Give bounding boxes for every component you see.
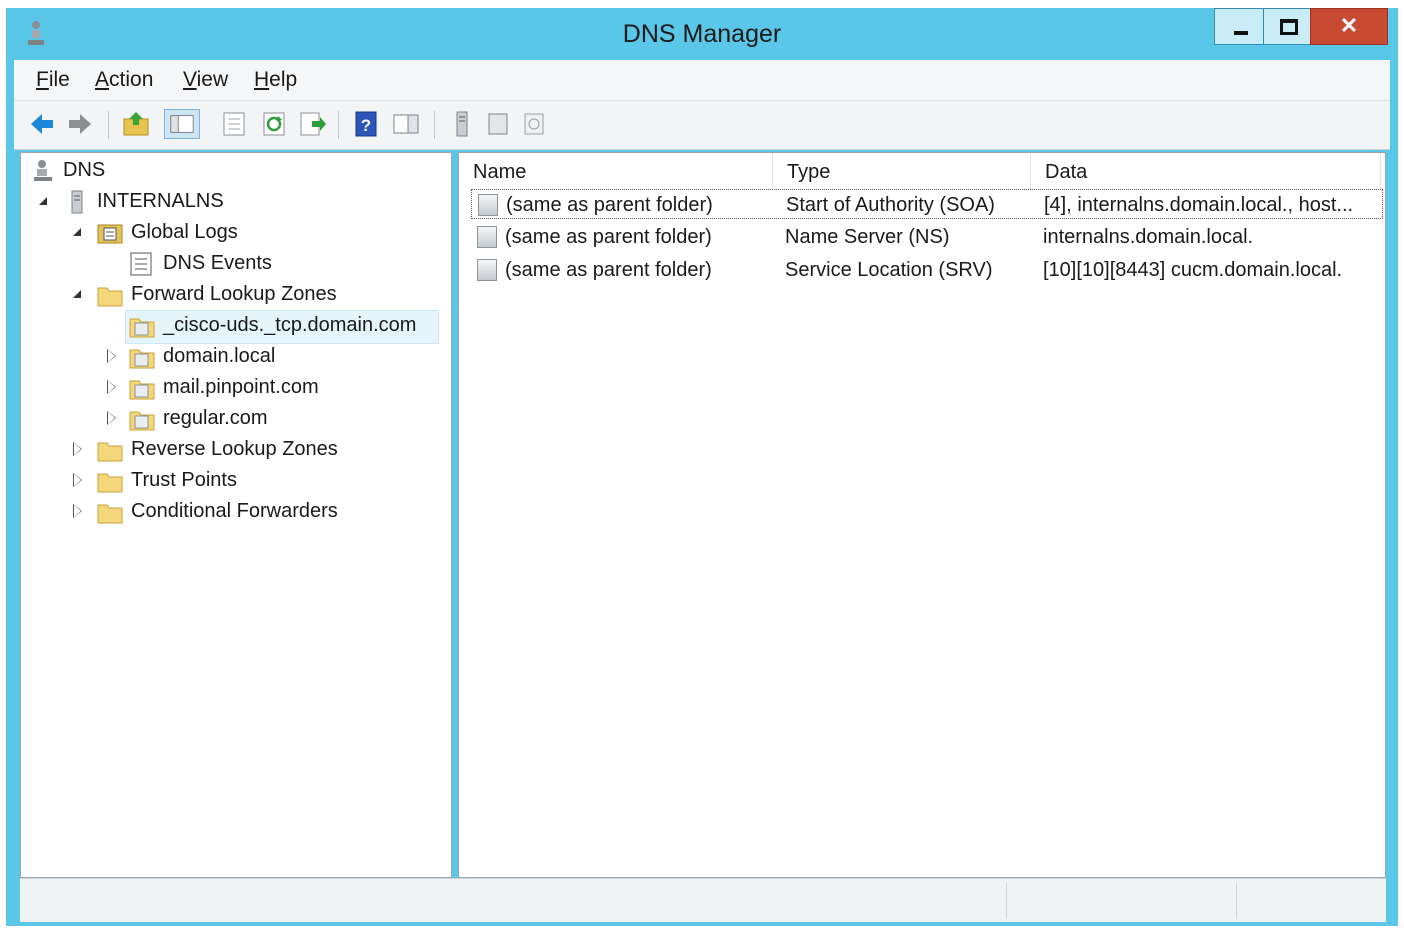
status-separator [1006,883,1007,919]
dns-root-icon [34,160,52,181]
tree-label: Reverse Lookup Zones [131,438,338,460]
up-folder-icon[interactable] [122,109,150,139]
cell-type: Service Location (SRV) [785,259,993,281]
tree-label: Global Logs [131,221,238,243]
window-title: DNS Manager [622,20,782,48]
expander-closed-icon[interactable] [73,473,83,487]
tree-label: regular.com [163,407,268,429]
back-arrow-icon[interactable] [28,109,56,139]
table-row[interactable]: (same as parent folder) Service Location… [471,255,1383,285]
expander-closed-icon[interactable] [107,349,117,363]
folder-icon [97,504,123,524]
help-icon[interactable]: ? [352,109,380,139]
cell-type: Start of Authority (SOA) [786,194,995,216]
expander-closed-icon[interactable] [107,411,117,425]
tree-label: INTERNALNS [97,190,224,212]
column-header-data[interactable]: Data [1031,153,1381,189]
server-icon [71,190,83,214]
toolbar-separator [338,111,339,139]
cell-data: internalns.domain.local. [1043,226,1254,248]
tree-label: Conditional Forwarders [131,500,338,522]
folder-icon [97,473,123,493]
event-log-icon [130,252,152,276]
record-icon [478,194,498,216]
refresh-icon[interactable] [260,109,288,139]
folder-icon [97,287,123,307]
zone-icon [129,411,155,431]
menu-mnemonic: A [95,68,110,91]
column-header-name[interactable]: Name [459,153,773,189]
maximize-button[interactable] [1263,8,1311,45]
record-icon[interactable] [484,109,512,139]
event-log-folder-icon [97,224,123,244]
menu-mnemonic: H [254,68,270,91]
status-separator [1236,883,1237,919]
minimize-button[interactable] [1214,8,1264,45]
table-row[interactable]: (same as parent folder) Name Server (NS)… [471,222,1383,252]
zone-icon [129,318,155,338]
close-icon: ✕ [1339,13,1359,38]
tree-label: domain.local [163,345,276,367]
title-bar: DNS Manager ✕ [6,8,1398,60]
console-tree: DNS INTERNALNS Global Logs DNS Events Fo… [20,152,452,878]
menu-file[interactable]: File [36,68,70,92]
record-icon [477,259,497,281]
cell-data: [4], internalns.domain.local., host... [1044,194,1354,216]
status-bar [20,878,1386,922]
records-list: Name Type Data (same as parent folder) S… [458,152,1386,878]
export-list-icon[interactable] [298,109,326,139]
menu-action[interactable]: Action [95,68,153,92]
cell-name: (same as parent folder) [506,194,713,216]
tree-label: mail.pinpoint.com [163,376,319,398]
menu-view[interactable]: View [183,68,228,92]
tree-label: _cisco-uds._tcp.domain.com [163,314,417,336]
zone-icon [129,380,155,400]
menu-bar: File Action View Help [14,60,1390,100]
tree-label: DNS Events [163,252,272,274]
toolbar: ? [14,100,1390,150]
cell-data: [10][10][8443] cucm.domain.local. [1043,259,1343,281]
menu-mnemonic: V [183,68,197,91]
server-icon[interactable] [448,109,476,139]
console-tree-icon[interactable] [164,109,200,139]
svg-text:?: ? [361,116,371,135]
table-row[interactable]: (same as parent folder) Start of Authori… [471,189,1383,219]
cell-name: (same as parent folder) [505,259,712,281]
tree-label: Forward Lookup Zones [131,283,337,305]
forward-arrow-icon[interactable] [66,109,94,139]
column-header-type[interactable]: Type [773,153,1031,189]
zone-icon[interactable] [520,109,548,139]
menu-help[interactable]: Help [254,68,297,92]
zone-icon [129,349,155,369]
properties-icon[interactable] [220,109,248,139]
show-hide-action-pane-icon[interactable] [392,109,420,139]
tree-label: Trust Points [131,469,237,491]
record-icon [477,226,497,248]
folder-icon [97,442,123,462]
dns-manager-window: DNS Manager ✕ File Action View Help ? DN… [6,8,1398,926]
cell-type: Name Server (NS) [785,226,950,248]
expander-open-icon[interactable] [73,288,83,300]
expander-open-icon[interactable] [39,195,49,207]
menu-mnemonic: F [36,68,49,91]
tree-label: DNS [63,159,106,181]
expander-open-icon[interactable] [73,226,83,238]
expander-closed-icon[interactable] [73,504,83,518]
toolbar-separator [108,111,109,139]
close-button[interactable]: ✕ [1310,8,1388,45]
toolbar-separator [434,111,435,139]
expander-closed-icon[interactable] [73,442,83,456]
cell-name: (same as parent folder) [505,226,712,248]
expander-closed-icon[interactable] [107,380,117,394]
